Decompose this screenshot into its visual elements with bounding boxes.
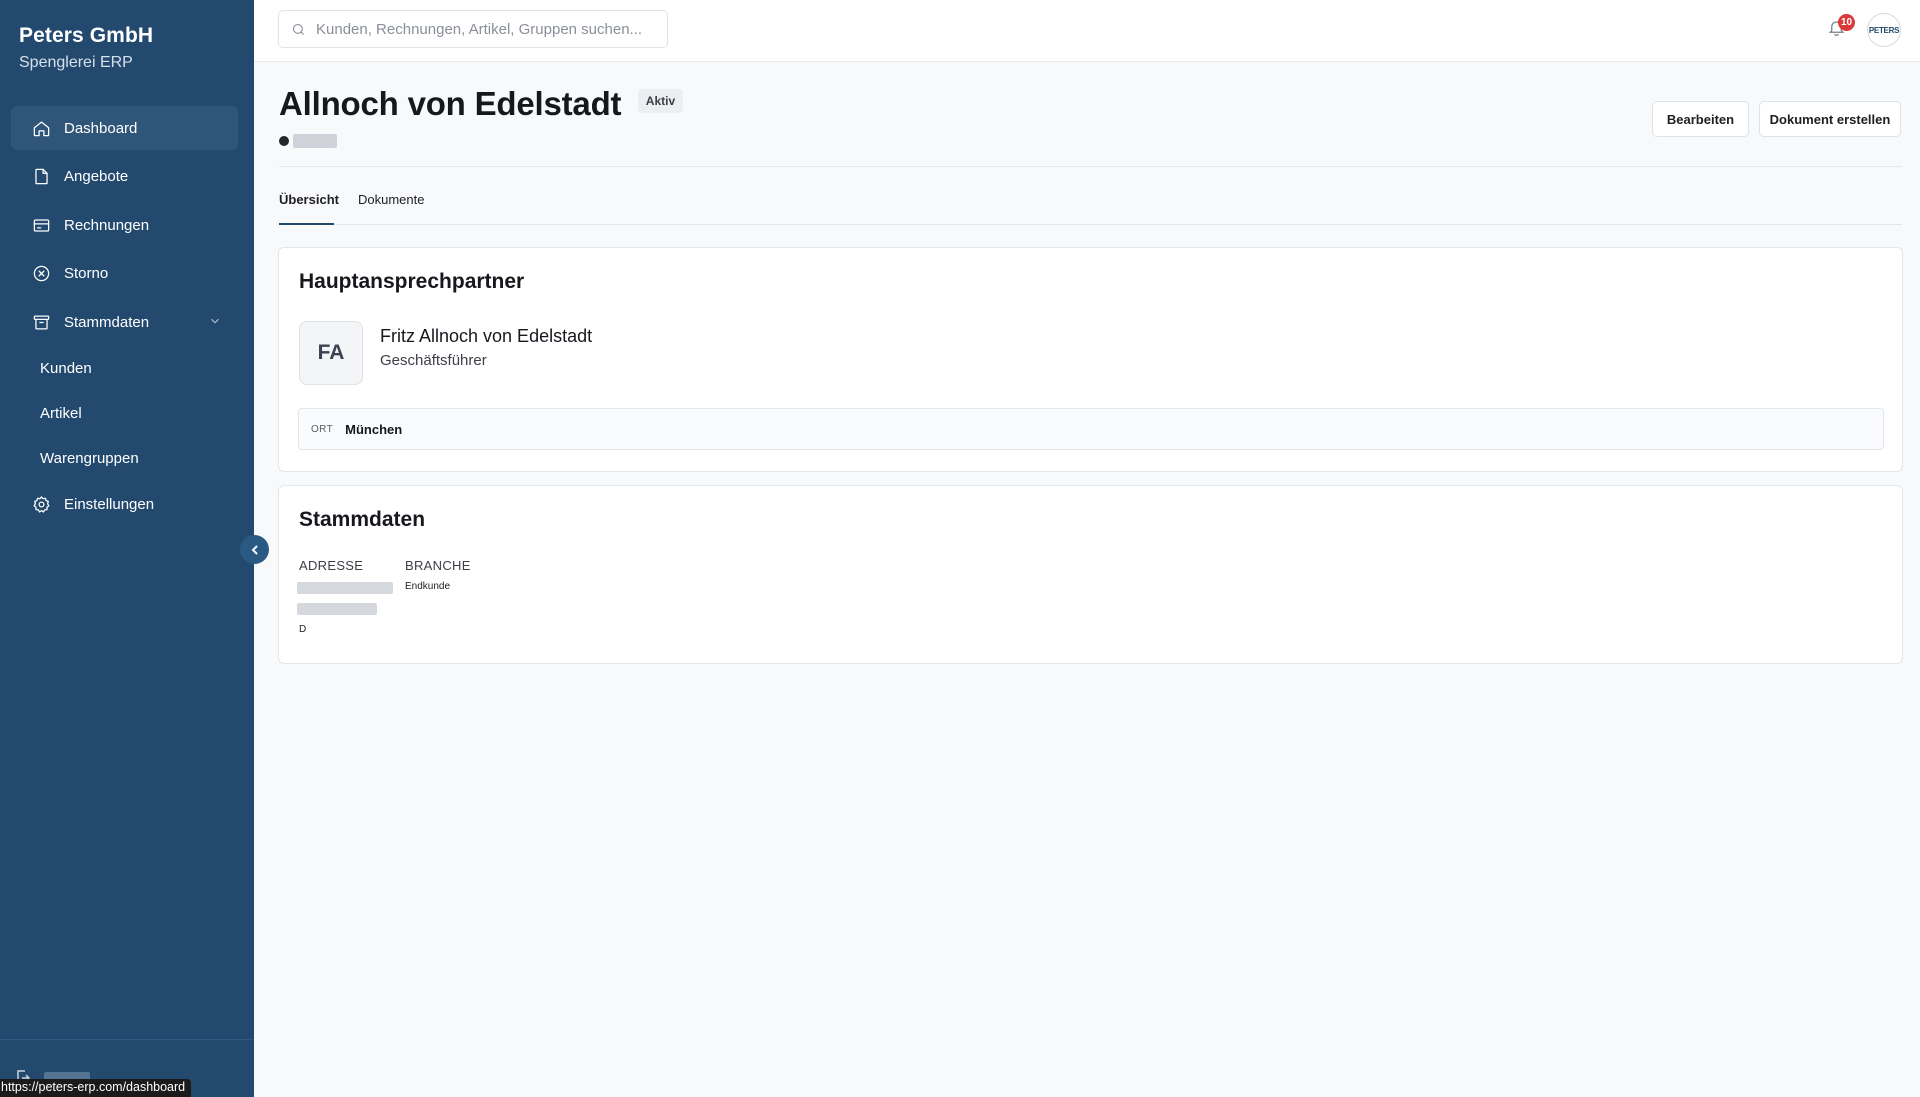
main-contact-card: Hauptansprechpartner FA Fritz Allnoch vo… bbox=[278, 247, 1903, 472]
card-title: Hauptansprechpartner bbox=[299, 270, 525, 293]
sidebar-item-storno[interactable]: Storno bbox=[11, 252, 238, 296]
topbar: 10 PETERS bbox=[254, 0, 1920, 62]
notifications-button[interactable]: 10 bbox=[1827, 14, 1856, 40]
brand-subtitle: Spenglerei ERP bbox=[19, 54, 133, 71]
sidebar-item-dashboard[interactable]: Dashboard bbox=[11, 106, 238, 150]
create-document-button[interactable]: Dokument erstellen bbox=[1759, 101, 1901, 137]
contact-role: Geschäftsführer bbox=[380, 352, 487, 369]
page-title: Allnoch von Edelstadt bbox=[279, 85, 622, 122]
sidebar-item-label: Rechnungen bbox=[64, 216, 150, 234]
sidebar-subitem-warengruppen[interactable]: Warengruppen bbox=[11, 438, 238, 478]
industry-label: BRANCHE bbox=[405, 558, 471, 573]
master-data-card: Stammdaten ADRESSE D BRANCHE Endkunde bbox=[278, 485, 1903, 664]
address-line-redacted bbox=[297, 603, 377, 615]
sidebar-item-label: Einstellungen bbox=[64, 496, 155, 514]
search-icon bbox=[291, 22, 306, 37]
page-header: Allnoch von Edelstadt Aktiv bbox=[279, 85, 684, 123]
brand: Peters GmbH Spenglerei ERP bbox=[0, 0, 254, 72]
status-badge: Aktiv bbox=[637, 89, 684, 113]
x-circle-icon bbox=[31, 264, 51, 284]
contact-name: Fritz Allnoch von Edelstadt bbox=[380, 326, 593, 346]
sidebar-subitem-kunden[interactable]: Kunden bbox=[11, 349, 238, 389]
tab-uebersicht[interactable]: Übersicht bbox=[279, 192, 339, 225]
chevron-down-icon bbox=[208, 314, 222, 328]
location-value: München bbox=[345, 421, 403, 437]
edit-button[interactable]: Bearbeiten bbox=[1652, 101, 1749, 137]
status-bar-url: https://peters-erp.com/dashboard bbox=[0, 1079, 192, 1097]
location-key: ORT bbox=[311, 423, 334, 435]
credit-card-icon bbox=[31, 215, 51, 235]
main-nav: Dashboard Angebote Rechnungen Storno Sta… bbox=[11, 106, 238, 531]
address-label: ADRESSE bbox=[299, 558, 364, 573]
tab-dokumente[interactable]: Dokumente bbox=[358, 192, 424, 225]
sidebar-item-stammdaten[interactable]: Stammdaten bbox=[11, 300, 238, 344]
sidebar-subitem-artikel[interactable]: Artikel bbox=[11, 394, 238, 434]
search-input[interactable] bbox=[316, 20, 646, 38]
brand-title: Peters GmbH bbox=[19, 24, 154, 47]
address-line-redacted bbox=[297, 582, 393, 594]
archive-icon bbox=[31, 312, 51, 332]
sidebar-item-label: Angebote bbox=[64, 168, 129, 186]
sidebar-item-einstellungen[interactable]: Einstellungen bbox=[11, 483, 238, 527]
sidebar-item-rechnungen[interactable]: Rechnungen bbox=[11, 203, 238, 247]
contact-avatar: FA bbox=[299, 321, 363, 385]
customer-id-redacted bbox=[293, 134, 337, 148]
sidebar-item-label: Storno bbox=[64, 265, 109, 283]
document-icon bbox=[31, 167, 51, 187]
user-avatar[interactable]: PETERS bbox=[1867, 13, 1901, 47]
header-divider bbox=[279, 166, 1902, 167]
address-country: D bbox=[299, 624, 307, 635]
status-dot bbox=[279, 136, 289, 146]
sidebar-collapse-button[interactable] bbox=[240, 535, 269, 564]
sidebar-item-label: Dashboard bbox=[64, 119, 138, 137]
search-box bbox=[278, 10, 668, 48]
notification-count-badge: 10 bbox=[1838, 14, 1856, 31]
industry-value: Endkunde bbox=[405, 581, 451, 592]
chevron-left-icon bbox=[251, 544, 258, 555]
location-row: ORT München bbox=[298, 408, 1884, 450]
sidebar-item-angebote[interactable]: Angebote bbox=[11, 155, 238, 199]
card-title: Stammdaten bbox=[299, 508, 426, 531]
sidebar-item-label: Stammdaten bbox=[64, 313, 150, 331]
gear-icon bbox=[31, 495, 51, 515]
sidebar: Peters GmbH Spenglerei ERP Dashboard Ang… bbox=[0, 0, 254, 1097]
customer-id-row bbox=[279, 134, 337, 148]
home-icon bbox=[31, 118, 51, 138]
main-content: Allnoch von Edelstadt Aktiv Bearbeiten D… bbox=[254, 62, 1920, 1097]
tab-bar: Übersicht Dokumente bbox=[279, 192, 1902, 225]
